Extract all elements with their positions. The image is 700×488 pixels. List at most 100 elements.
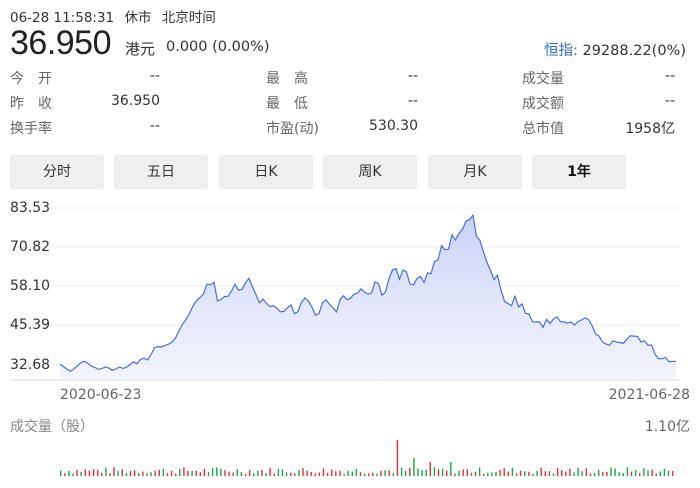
volume-bar — [495, 471, 497, 476]
volume-bar — [622, 473, 624, 476]
volume-bar — [335, 471, 337, 476]
volume-bar — [466, 469, 468, 476]
volume-bar — [294, 473, 296, 476]
volume-bar — [92, 469, 95, 476]
volume-bar — [659, 471, 661, 476]
volume-bar — [290, 472, 292, 476]
volume-bar — [343, 473, 345, 476]
volume-bar — [257, 470, 259, 476]
volume-bar — [253, 473, 255, 476]
volume-bar — [573, 472, 575, 476]
y-tick-label: 58.10 — [10, 278, 51, 294]
volume-bar — [392, 473, 394, 476]
volume-bar — [462, 469, 464, 476]
volume-bar — [191, 470, 193, 476]
volume-bar — [437, 469, 440, 476]
volume-bar — [618, 472, 620, 476]
y-tick-label: 45.39 — [10, 317, 51, 333]
volume-bar — [199, 472, 201, 476]
volume-bar — [589, 473, 592, 476]
volume-bar — [240, 472, 243, 476]
volume-bar — [491, 472, 493, 476]
x-tick-label: 2020-06-23 — [60, 387, 142, 403]
volume-bar — [220, 468, 222, 476]
volume-bar — [634, 470, 637, 476]
volume-bar — [417, 468, 419, 476]
volume-bar — [121, 469, 123, 476]
volume-bar — [359, 472, 362, 476]
volume-bar — [450, 462, 452, 476]
volume-bar — [499, 469, 501, 476]
volume-label: 成交量（股） — [10, 419, 94, 435]
volume-bar — [610, 467, 612, 476]
volume-bar — [80, 472, 82, 476]
volume-bar — [265, 473, 267, 476]
volume-bar — [503, 468, 505, 476]
volume-bar — [207, 472, 210, 476]
volume-bar — [405, 470, 407, 476]
volume-bar — [179, 469, 181, 476]
volume-bar — [170, 470, 173, 476]
y-tick-label: 70.82 — [10, 239, 51, 255]
volume-bar — [441, 468, 444, 476]
volume-bar — [368, 473, 370, 476]
volume-bar — [347, 470, 349, 476]
volume-bar — [606, 471, 608, 476]
volume-bar — [614, 468, 616, 476]
volume-bar — [175, 473, 177, 476]
volume-bar — [630, 471, 633, 476]
volume-bar — [133, 470, 136, 476]
volume-bar — [363, 473, 366, 476]
volume-bar — [425, 469, 427, 476]
volume-bar — [569, 468, 571, 476]
volume-bar — [483, 473, 485, 476]
volume-bar — [84, 469, 86, 476]
price-chart[interactable] — [0, 0, 700, 488]
volume-bar — [101, 472, 103, 476]
volume-bar — [322, 468, 325, 476]
volume-bar — [376, 473, 378, 476]
volume-bar — [339, 470, 341, 476]
volume-bar — [577, 467, 579, 476]
volume-bar — [536, 470, 538, 476]
volume-bar — [232, 472, 234, 476]
volume-bar — [413, 458, 415, 476]
volume-bar — [68, 470, 70, 476]
volume-bar — [183, 467, 185, 476]
volume-bar — [663, 468, 666, 476]
volume-bar — [105, 467, 107, 476]
volume-bar — [298, 470, 300, 476]
volume-bar — [248, 469, 251, 476]
volume-bar — [224, 470, 226, 476]
volume-bar — [548, 471, 551, 476]
volume-bar — [384, 470, 386, 476]
volume-bar — [302, 468, 304, 476]
volume-bar — [117, 471, 119, 476]
volume-bar — [310, 472, 312, 476]
volume-bar — [326, 472, 329, 476]
volume-bar — [585, 468, 588, 476]
volume-bar — [318, 472, 321, 476]
volume-bar — [532, 473, 534, 476]
volume-bar — [474, 471, 477, 476]
volume-bar — [421, 470, 423, 476]
volume-bar — [216, 467, 218, 476]
volume-bar — [355, 469, 358, 476]
volume-bar — [138, 472, 140, 476]
volume-bar — [314, 473, 316, 476]
volume-bar — [154, 470, 156, 476]
volume-bar — [380, 470, 382, 476]
volume-bar — [429, 462, 431, 476]
volume-bar — [97, 470, 99, 476]
volume-bar — [458, 470, 460, 476]
volume-bar — [261, 469, 263, 476]
volume-bar — [515, 473, 518, 476]
volume-bar — [244, 474, 247, 476]
volume-bar — [671, 470, 674, 476]
volume-bar — [72, 473, 74, 476]
volume-bar — [643, 468, 645, 476]
y-tick-label: 32.68 — [10, 357, 51, 373]
volume-bar — [511, 467, 514, 476]
volume-bar — [113, 467, 115, 476]
volume-max-label: 1.10亿 — [644, 419, 690, 435]
